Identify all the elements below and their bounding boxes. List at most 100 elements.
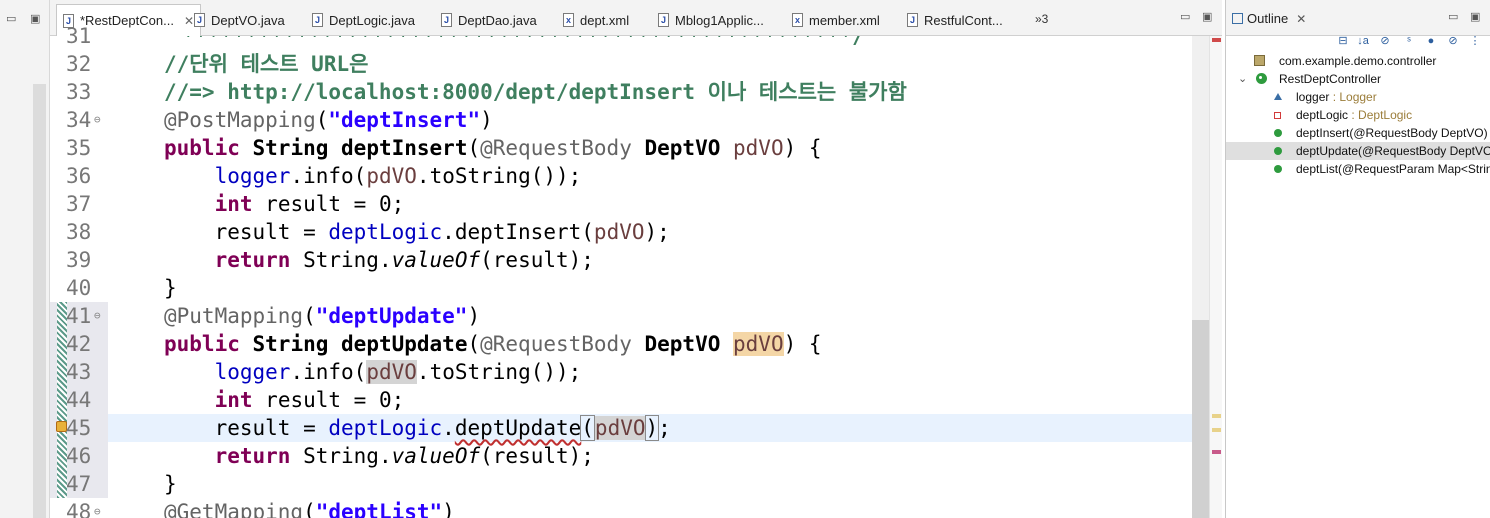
tab-deptvo[interactable]: J DeptVO.java <box>194 6 285 34</box>
tab-outline[interactable]: Outline ✕ <box>1232 11 1306 26</box>
maximize-icon[interactable]: ▣ <box>30 12 40 25</box>
error-overview-marker[interactable] <box>1212 450 1221 454</box>
private-field-icon <box>1274 112 1281 119</box>
left-minimized-strip: ▭ ▣ <box>0 0 50 518</box>
tab-label: member.xml <box>809 12 880 28</box>
outline-view: Outline ✕ ▭ ▣ ⊟ ↓a ⊘ ˢ ● ⊘ ⋮ com.example.… <box>1225 0 1490 518</box>
hide-local-types-icon[interactable]: ⊘ <box>1446 34 1460 48</box>
line-number-text: 41 <box>66 304 92 328</box>
keyword: int <box>214 388 253 412</box>
tab-label: DeptDao.java <box>458 12 537 28</box>
code-line: logger.info(pdVO.toString()); <box>214 360 582 384</box>
annotation: @RequestBody <box>480 332 632 356</box>
maximize-icon[interactable]: ▣ <box>1470 10 1480 23</box>
outline-header: Outline ✕ ▭ ▣ <box>1226 0 1490 36</box>
tree-item-label: RestDeptController <box>1279 72 1382 86</box>
minimize-icon[interactable]: ▭ <box>1180 10 1190 23</box>
warning-marker-icon[interactable] <box>56 421 67 432</box>
field: logger <box>214 164 291 188</box>
line-number-text: 34 <box>66 108 92 132</box>
occurrence-overview-marker[interactable] <box>1212 414 1221 418</box>
line-number-gutter[interactable]: 31 32 33 34 ⊖ 35 36 37 38 39 40 41 ⊖ 42 43… <box>50 24 108 518</box>
field: deptLogic <box>328 416 443 440</box>
type-name: DeptVO <box>644 136 721 160</box>
tree-item-method[interactable]: deptInsert(@RequestBody DeptVO) : <box>1226 124 1490 142</box>
tree-item-method-selected[interactable]: deptUpdate(@RequestBody DeptVO <box>1226 142 1490 160</box>
tree-item-field[interactable]: deptLogic : DeptLogic <box>1226 106 1490 124</box>
code-line: @GetMapping("deptList") <box>108 498 1192 518</box>
code-area[interactable]: ****************************************… <box>108 36 1192 518</box>
tab-overflow-button[interactable]: »3 <box>1035 12 1048 26</box>
parameter: pdVO <box>593 220 645 244</box>
editor-scrollbar-thumb[interactable] <box>1192 320 1209 518</box>
fold-icon[interactable]: ⊖ <box>94 302 101 330</box>
method-name: deptUpdate <box>341 332 468 356</box>
code-line: int result = 0; <box>214 192 405 216</box>
code-line: } <box>164 276 177 300</box>
close-icon[interactable]: ✕ <box>1296 12 1306 26</box>
type-name: DeptVO <box>644 332 721 356</box>
occurrence-overview-marker[interactable] <box>1212 428 1221 432</box>
code-line: @PostMapping("deptInsert") <box>164 108 493 132</box>
parameter-occurrence-highlight: pdVO <box>594 416 646 440</box>
outline-title: Outline <box>1247 11 1289 26</box>
view-menu-icon[interactable]: ⋮ <box>1468 34 1482 48</box>
line-number: 33 <box>66 80 92 104</box>
code-line: public String deptInsert(@RequestBody De… <box>164 136 822 160</box>
field: deptLogic <box>328 220 443 244</box>
java-file-icon: J <box>658 13 669 27</box>
code-line: result = deptLogic.deptInsert(pdVO); <box>214 220 670 244</box>
tree-item-type: : DeptLogic <box>1348 108 1413 122</box>
hide-fields-icon[interactable]: ⊘ <box>1378 34 1392 48</box>
annotation: @RequestBody <box>480 136 632 160</box>
minimize-icon[interactable]: ▭ <box>6 12 16 25</box>
fold-icon[interactable]: ⊖ <box>94 106 101 134</box>
parameter-occurrence-highlight: pdVO <box>733 332 784 356</box>
overview-ruler[interactable] <box>1209 36 1222 518</box>
keyword: public <box>164 136 240 160</box>
collapse-all-icon[interactable]: ⊟ <box>1336 34 1350 48</box>
code-line: @PutMapping("deptUpdate") <box>164 304 481 328</box>
code-line: logger.info(pdVO.toString()); <box>214 164 582 188</box>
sort-az-icon[interactable]: ↓a <box>1356 34 1370 48</box>
keyword: public <box>164 332 240 356</box>
code-line: ****************************************… <box>108 36 1192 50</box>
tab-restfulcontroller[interactable]: J RestfulCont... <box>907 6 1003 34</box>
tree-item-method[interactable]: deptList(@RequestParam Map<Strin <box>1226 160 1490 178</box>
maximize-icon[interactable]: ▣ <box>1202 10 1212 23</box>
line-number: 48 ⊖ <box>50 498 108 518</box>
close-icon[interactable]: ✕ <box>184 14 194 28</box>
error-overview-marker[interactable] <box>1212 38 1221 42</box>
parameter-occurrence-highlight: pdVO <box>366 360 417 384</box>
left-scrollbar[interactable] <box>33 84 46 518</box>
tree-item-label: deptLogic <box>1296 108 1349 122</box>
annotation: @PutMapping <box>164 304 304 328</box>
tab-deptdao[interactable]: J DeptDao.java <box>441 6 537 34</box>
minimize-icon[interactable]: ▭ <box>1448 10 1458 23</box>
fold-icon[interactable]: ⊖ <box>94 498 101 518</box>
java-file-icon: J <box>312 13 323 27</box>
tab-member-xml[interactable]: x member.xml <box>792 6 880 34</box>
line-number: 38 <box>66 220 92 244</box>
class-icon <box>1256 73 1267 84</box>
tree-item-package[interactable]: com.example.demo.controller <box>1226 52 1490 70</box>
code-line: public String deptUpdate(@RequestBody De… <box>164 332 822 356</box>
tab-dept-xml[interactable]: x dept.xml <box>563 6 629 34</box>
tab-deptlogic[interactable]: J DeptLogic.java <box>312 6 415 34</box>
line-number: 34 ⊖ <box>50 106 108 134</box>
local-variable: result <box>265 388 342 412</box>
code-line: return String.valueOf(result); <box>214 444 594 468</box>
chevron-down-icon[interactable]: ⌄ <box>1238 70 1247 88</box>
keyword: return <box>214 248 291 272</box>
hide-static-icon[interactable]: ˢ <box>1402 34 1416 48</box>
public-method-icon <box>1274 129 1282 137</box>
tree-item-class[interactable]: ⌄ RestDeptController <box>1226 70 1490 88</box>
tree-item-label: logger <box>1296 90 1330 104</box>
tree-item-field[interactable]: logger : Logger <box>1226 88 1490 106</box>
tab-mblog1application[interactable]: J Mblog1Applic... <box>658 6 764 34</box>
java-file-icon: J <box>907 13 918 27</box>
line-number: 32 <box>66 52 92 76</box>
line-number: 31 <box>66 24 92 48</box>
local-variable: result <box>214 220 291 244</box>
hide-nonpublic-icon[interactable]: ● <box>1424 34 1438 48</box>
